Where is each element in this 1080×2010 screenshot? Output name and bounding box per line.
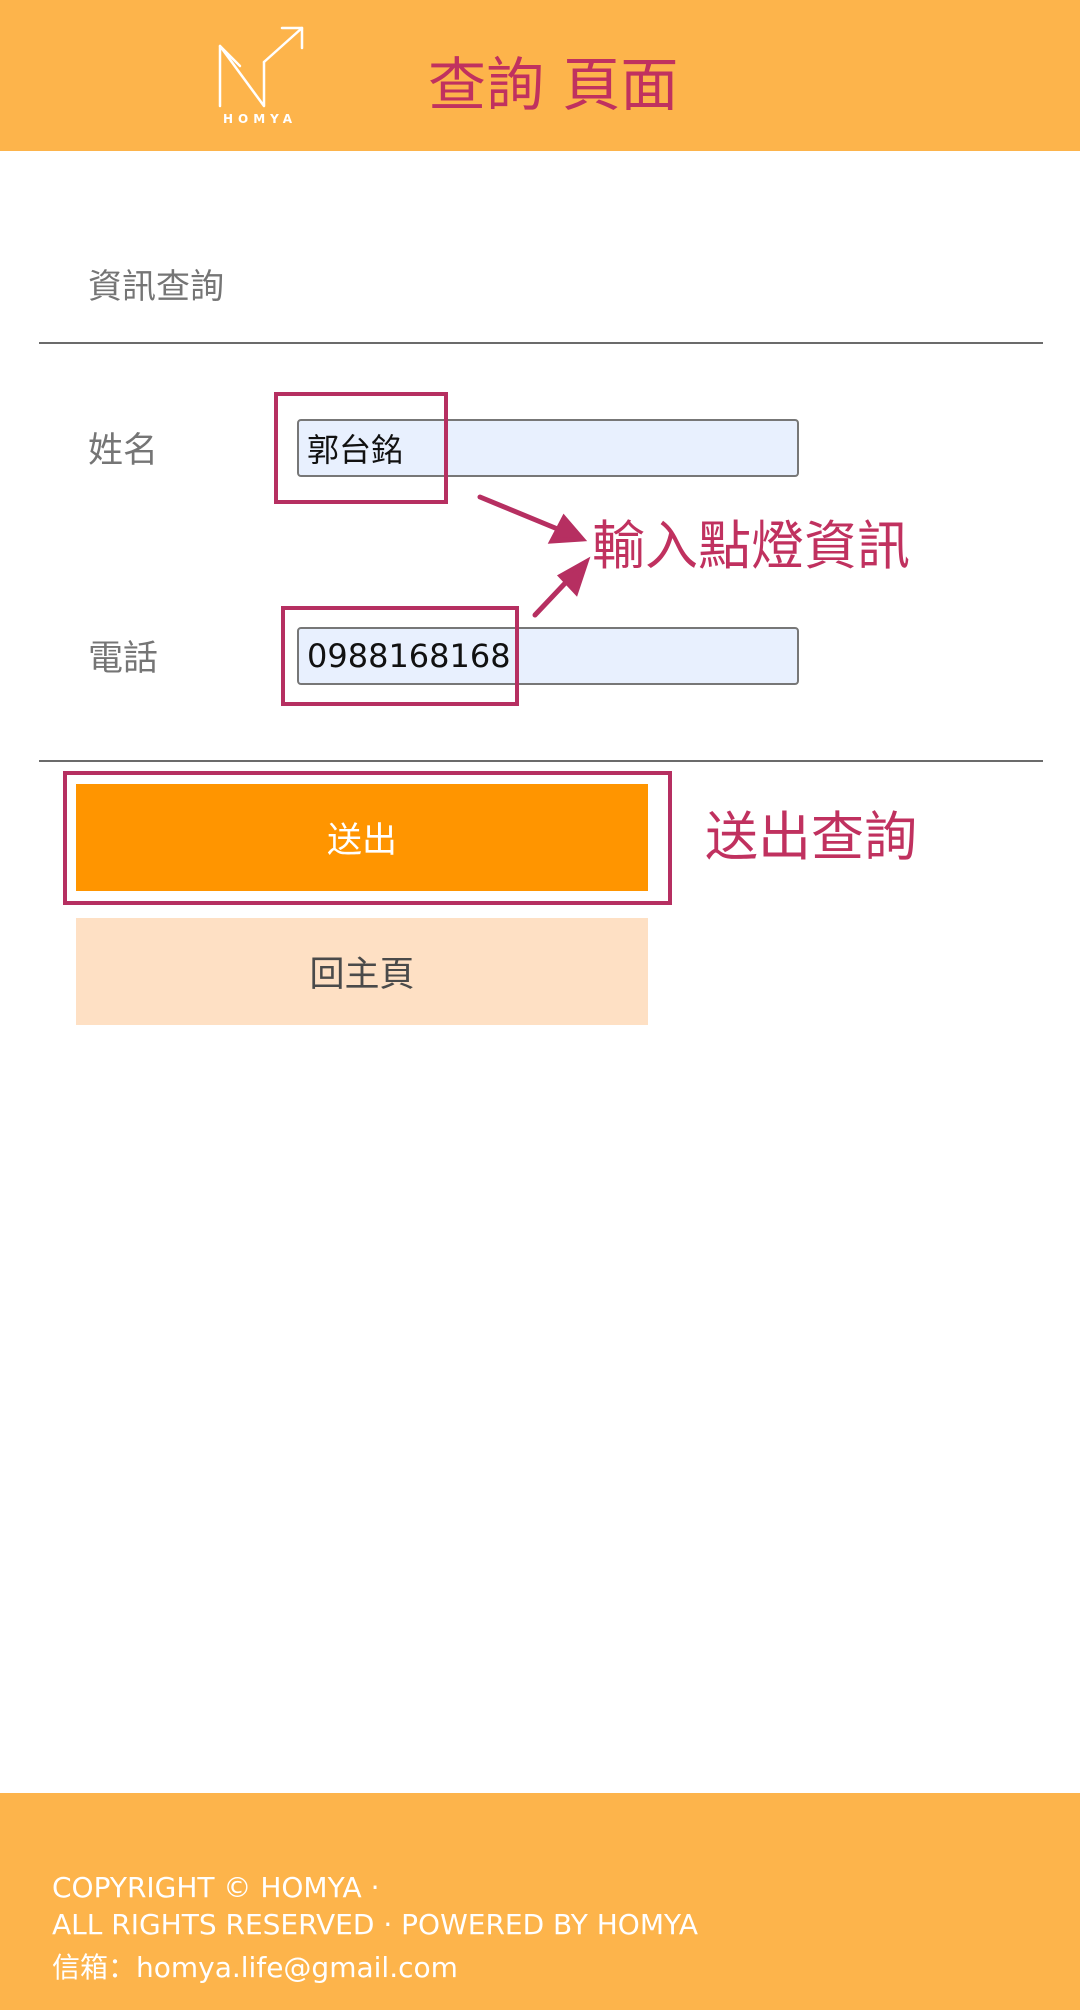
annotation-arrows	[477, 494, 591, 618]
footer-copyright: COPYRIGHT © HOMYA ·	[52, 1871, 380, 1904]
footer: COPYRIGHT © HOMYA · ALL RIGHTS RESERVED …	[0, 1793, 1080, 2010]
footer-email[interactable]: 信箱：homya.life@gmail.com	[52, 1948, 458, 1988]
arrow-line-name	[477, 494, 563, 533]
arrow-head-name	[547, 513, 588, 544]
input-info-annotation: 輸入點燈資訊	[592, 516, 910, 577]
arrow-head-phone	[556, 556, 591, 597]
submit-annotation: 送出查詢	[705, 807, 917, 868]
footer-rights: ALL RIGHTS RESERVED · POWERED BY HOMYA	[52, 1908, 699, 1941]
